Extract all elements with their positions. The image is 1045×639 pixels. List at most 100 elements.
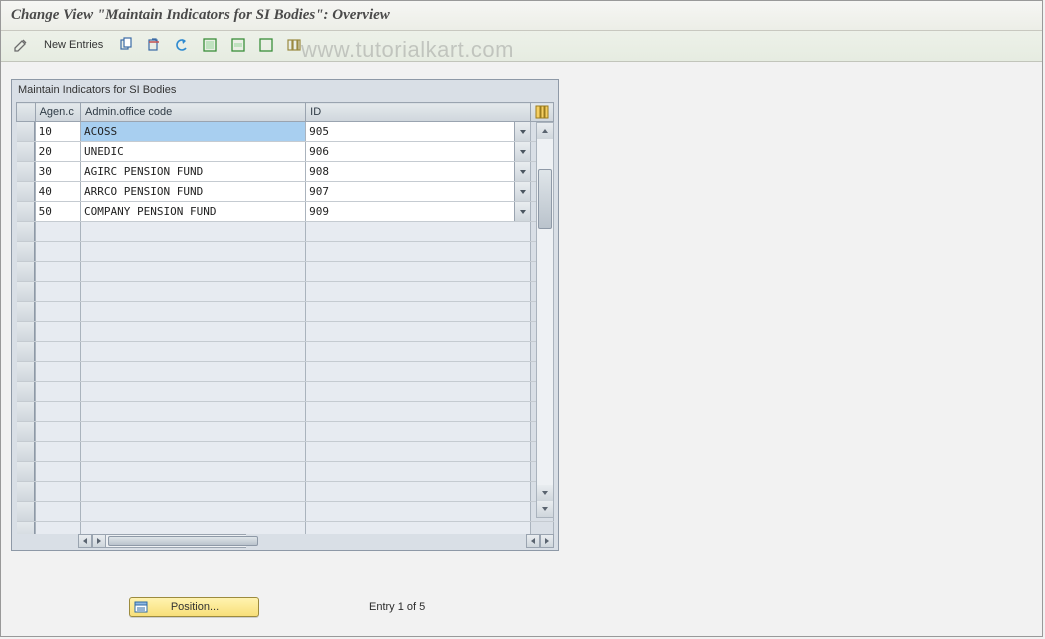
- table-row: [17, 302, 554, 322]
- id-cell[interactable]: [306, 122, 530, 141]
- empty-cell: [81, 502, 306, 522]
- admin-office-cell[interactable]: [81, 182, 305, 201]
- row-selector[interactable]: [17, 182, 35, 201]
- scroll-down-icon[interactable]: [537, 485, 553, 501]
- select-block-icon[interactable]: [226, 35, 250, 55]
- row-selector[interactable]: [17, 362, 35, 381]
- hscroll-thumb[interactable]: [108, 536, 258, 546]
- row-selector[interactable]: [17, 202, 35, 221]
- empty-cell: [306, 322, 531, 342]
- delete-icon[interactable]: [142, 35, 166, 55]
- id-cell[interactable]: [306, 142, 530, 161]
- position-button[interactable]: Position...: [129, 597, 259, 617]
- agenc-cell[interactable]: [36, 162, 80, 181]
- empty-cell: [35, 222, 80, 242]
- agenc-cell[interactable]: [36, 202, 80, 221]
- scroll-down2-icon[interactable]: [537, 501, 553, 517]
- table-row: [17, 242, 554, 262]
- row-selector[interactable]: [17, 522, 35, 534]
- hscroll-right2-icon[interactable]: [540, 534, 554, 548]
- copy-as-icon[interactable]: [114, 35, 138, 55]
- hscroll-track[interactable]: [106, 534, 246, 548]
- select-all-icon[interactable]: [198, 35, 222, 55]
- empty-cell: [306, 302, 531, 322]
- row-selector[interactable]: [17, 262, 35, 281]
- agenc-cell[interactable]: [36, 182, 80, 201]
- row-selector[interactable]: [17, 122, 35, 141]
- id-cell[interactable]: [306, 202, 530, 221]
- row-selector[interactable]: [17, 342, 35, 361]
- row-selector-header[interactable]: [17, 103, 36, 122]
- row-selector[interactable]: [17, 162, 35, 181]
- row-selector[interactable]: [17, 322, 35, 341]
- dropdown-arrow-icon[interactable]: [514, 162, 530, 181]
- row-selector[interactable]: [17, 282, 35, 301]
- empty-cell: [35, 302, 80, 322]
- toggle-display-change-icon[interactable]: [9, 35, 33, 55]
- empty-cell: [81, 482, 306, 502]
- empty-cell: [35, 282, 80, 302]
- row-selector[interactable]: [17, 222, 35, 241]
- dropdown-arrow-icon[interactable]: [514, 122, 530, 141]
- col-header-id[interactable]: ID: [306, 103, 531, 122]
- admin-office-cell[interactable]: [81, 162, 305, 181]
- row-selector[interactable]: [17, 402, 35, 421]
- empty-cell: [35, 382, 80, 402]
- table-row: [17, 502, 554, 522]
- id-cell[interactable]: [306, 182, 530, 201]
- vscroll-track[interactable]: [537, 139, 553, 485]
- table-row: [17, 462, 554, 482]
- empty-cell: [35, 322, 80, 342]
- table-row: [17, 422, 554, 442]
- agenc-cell[interactable]: [36, 122, 80, 141]
- admin-office-cell[interactable]: [81, 142, 305, 161]
- table-panel: Maintain Indicators for SI Bodies Agen.c…: [11, 79, 559, 551]
- table-row: [17, 522, 554, 535]
- vertical-scrollbar[interactable]: [536, 122, 554, 518]
- col-header-agenc[interactable]: Agen.c: [35, 103, 80, 122]
- new-entries-button[interactable]: New Entries: [37, 35, 110, 55]
- vscroll-thumb[interactable]: [538, 169, 552, 229]
- empty-cell: [35, 502, 80, 522]
- hscroll-right-icon[interactable]: [92, 534, 106, 548]
- empty-cell: [35, 362, 80, 382]
- configuration-icon[interactable]: [282, 35, 306, 55]
- page-title: Change View "Maintain Indicators for SI …: [11, 7, 390, 23]
- row-selector[interactable]: [17, 422, 35, 441]
- deselect-all-icon[interactable]: [254, 35, 278, 55]
- position-icon: [134, 600, 148, 614]
- scroll-up-icon[interactable]: [537, 123, 553, 139]
- application-toolbar: New Entries: [1, 31, 1042, 62]
- table-settings-icon[interactable]: [531, 103, 554, 122]
- dropdown-arrow-icon[interactable]: [514, 182, 530, 201]
- empty-cell: [35, 462, 80, 482]
- hscroll-left2-icon[interactable]: [526, 534, 540, 548]
- dropdown-arrow-icon[interactable]: [514, 202, 530, 221]
- col-header-admin[interactable]: Admin.office code: [81, 103, 306, 122]
- table-row: [17, 382, 554, 402]
- empty-cell: [306, 222, 531, 242]
- row-selector[interactable]: [17, 482, 35, 501]
- hscroll-left-icon[interactable]: [78, 534, 92, 548]
- table-row: [17, 322, 554, 342]
- admin-office-cell[interactable]: [81, 202, 305, 221]
- table-row: [17, 362, 554, 382]
- row-selector[interactable]: [17, 142, 35, 161]
- row-selector[interactable]: [17, 382, 35, 401]
- row-selector[interactable]: [17, 502, 35, 521]
- id-cell[interactable]: [306, 162, 530, 181]
- empty-cell: [306, 522, 531, 535]
- agenc-cell[interactable]: [36, 142, 80, 161]
- empty-cell: [35, 342, 80, 362]
- empty-cell: [81, 442, 306, 462]
- row-selector[interactable]: [17, 462, 35, 481]
- admin-office-cell[interactable]: [81, 122, 305, 141]
- empty-cell: [306, 502, 531, 522]
- row-selector[interactable]: [17, 302, 35, 321]
- panel-title: Maintain Indicators for SI Bodies: [12, 80, 558, 100]
- dropdown-arrow-icon[interactable]: [514, 142, 530, 161]
- position-button-label: Position...: [154, 601, 236, 613]
- row-selector[interactable]: [17, 442, 35, 461]
- undo-change-icon[interactable]: [170, 35, 194, 55]
- row-selector[interactable]: [17, 242, 35, 261]
